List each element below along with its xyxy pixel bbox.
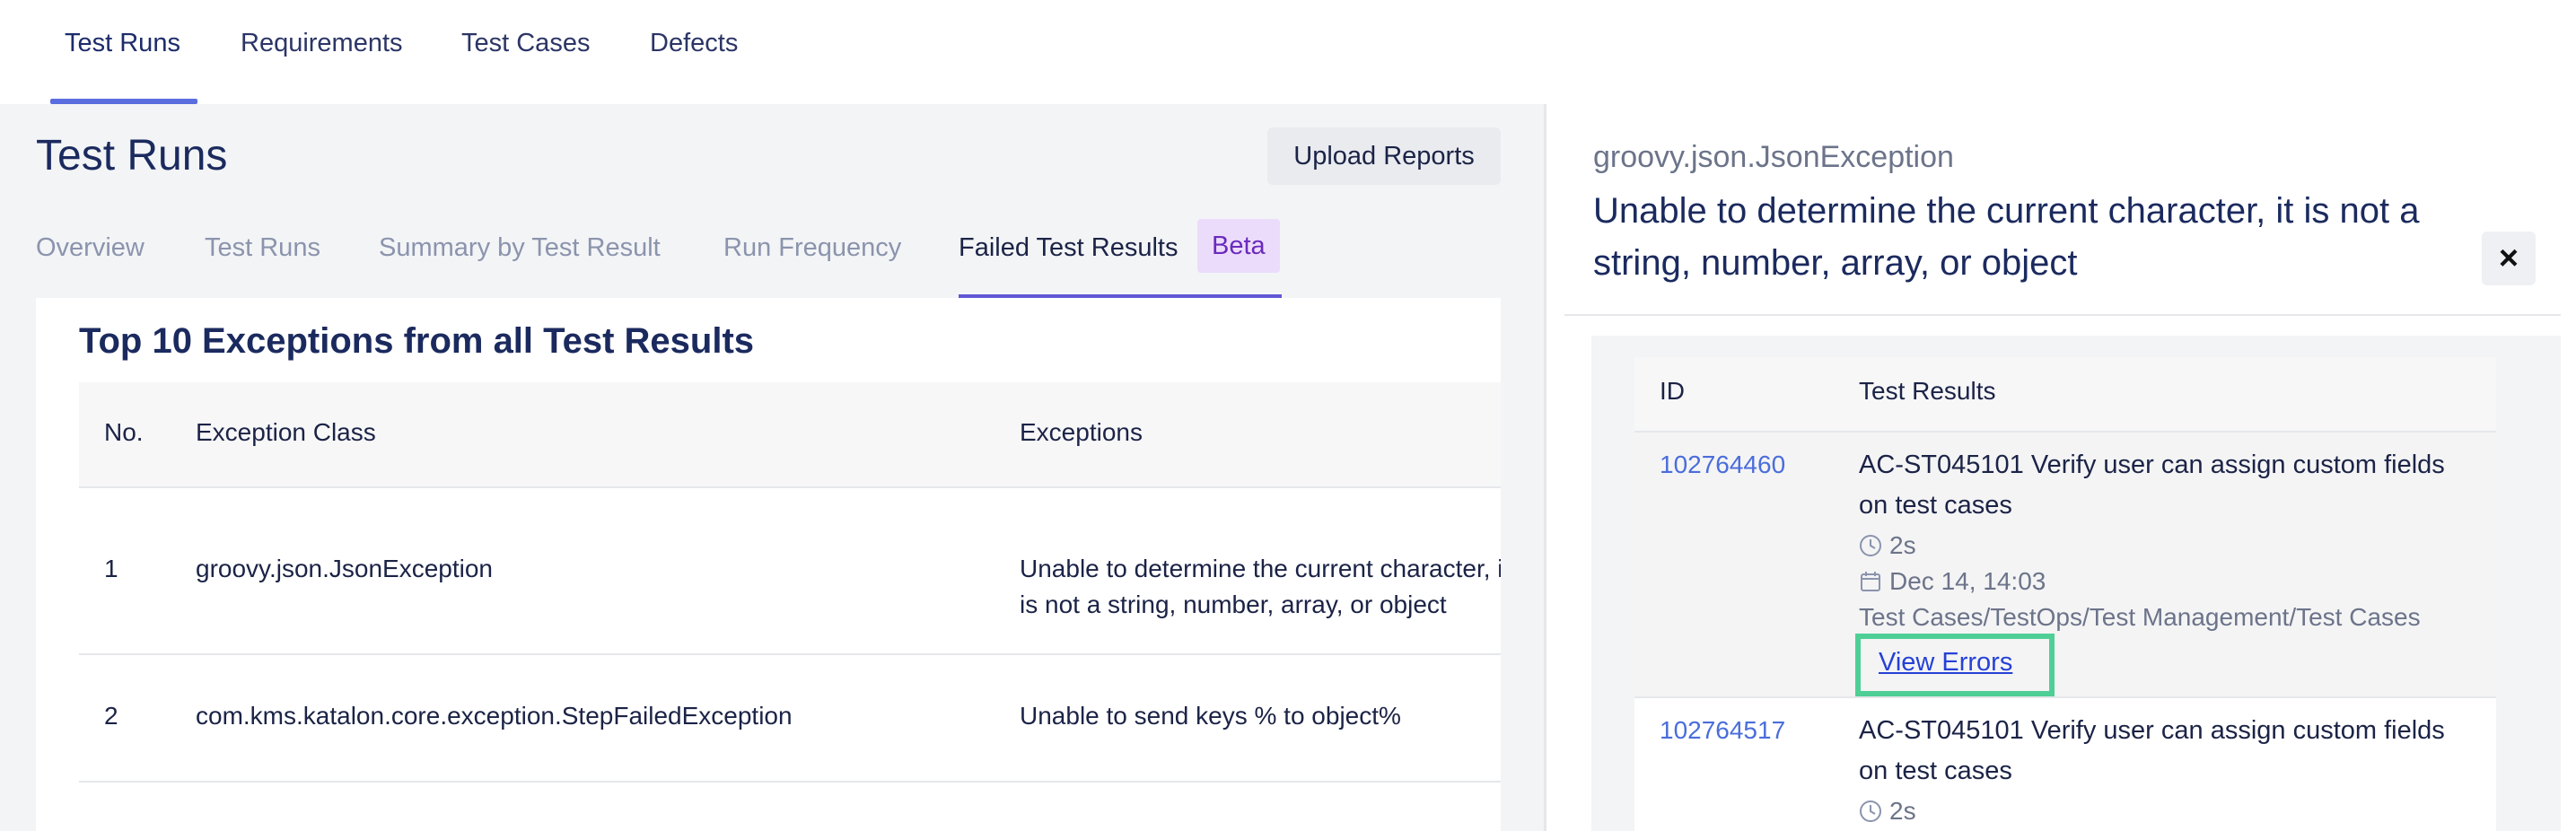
test-result-name: AC-ST045101 Verify user can assign custo… [1859, 716, 2445, 785]
top-navigation: Test Runs Requirements Test Cases Defect… [0, 0, 2576, 104]
nav-tab-defects[interactable]: Defects [650, 29, 738, 58]
subtab-summary-by-test-result[interactable]: Summary by Test Result [379, 233, 661, 263]
panel-exception-class: groovy.json.JsonException [1593, 140, 1954, 174]
exception-class: groovy.json.JsonException [196, 555, 493, 582]
row-number: 1 [104, 555, 118, 582]
sub-tabs: Overview Test Runs Summary by Test Resul… [0, 219, 1544, 287]
test-result-duration: 2s [1859, 531, 1916, 560]
test-results-table: ID Test Results 102764460 AC-ST045101 Ve… [1634, 357, 2496, 831]
test-result-path: Test Cases/TestOps/Test Management/Test … [1859, 603, 2421, 631]
duration-text: 2s [1889, 531, 1916, 559]
close-icon[interactable]: × [2482, 232, 2536, 285]
test-results-header: ID Test Results [1634, 357, 2496, 433]
column-header-exception-class: Exception Class [196, 418, 376, 446]
exception-message: Unable to send keys % to object% [1020, 702, 1401, 730]
exception-class: com.kms.katalon.core.exception.StepFaile… [196, 702, 793, 730]
upload-reports-button[interactable]: Upload Reports [1267, 127, 1501, 185]
exception-detail-panel: groovy.json.JsonException Unable to dete… [1544, 104, 2576, 831]
subtab-failed-test-results[interactable]: Failed Test Results [959, 233, 1178, 263]
main-content: Test Runs Upload Reports Overview Test R… [0, 104, 1544, 831]
table-row[interactable]: 2 com.kms.katalon.core.exception.StepFai… [79, 655, 1501, 783]
test-result-id-link[interactable]: 102764517 [1660, 716, 1785, 745]
clock-icon [1860, 535, 1881, 556]
column-header-test-results: Test Results [1859, 377, 1996, 405]
nav-tab-requirements[interactable]: Requirements [241, 29, 403, 58]
highlight-box [1855, 634, 2055, 696]
row-number: 2 [104, 702, 118, 730]
clock-icon [1860, 800, 1881, 822]
duration-text: 2s [1889, 797, 1916, 825]
nav-tab-test-runs[interactable]: Test Runs [65, 29, 180, 58]
test-result-date: Dec 14, 14:03 [1859, 567, 2046, 596]
test-result-name: AC-ST045101 Verify user can assign custo… [1859, 450, 2445, 520]
table-header: No. Exception Class Exceptions [79, 382, 1501, 488]
card-title: Top 10 Exceptions from all Test Results [79, 321, 755, 361]
subtab-test-runs[interactable]: Test Runs [205, 233, 320, 263]
page-title: Test Runs [36, 132, 228, 179]
beta-badge: Beta [1197, 219, 1280, 273]
subtab-run-frequency[interactable]: Run Frequency [723, 233, 901, 263]
test-result-row: 102764460 AC-ST045101 Verify user can as… [1634, 433, 2496, 698]
panel-exception-message: Unable to determine the current characte… [1593, 191, 2420, 283]
panel-divider [1564, 314, 2561, 316]
exceptions-card: Top 10 Exceptions from all Test Results … [36, 298, 1501, 831]
column-header-id: ID [1660, 377, 1685, 405]
column-header-no: No. [104, 418, 144, 446]
subtab-overview[interactable]: Overview [36, 233, 145, 263]
nav-tab-test-cases[interactable]: Test Cases [461, 29, 590, 58]
calendar-icon [1861, 572, 1880, 591]
test-result-id-link[interactable]: 102764460 [1660, 450, 1785, 479]
column-header-exceptions: Exceptions [1020, 418, 1143, 446]
table-row[interactable]: 1 groovy.json.JsonException Unable to de… [79, 488, 1501, 655]
test-result-duration: 2s [1859, 797, 1916, 826]
exception-message: Unable to determine the current characte… [1020, 555, 1501, 618]
date-text: Dec 14, 14:03 [1889, 567, 2046, 595]
test-result-row: 102764517 AC-ST045101 Verify user can as… [1634, 698, 2496, 831]
test-results-container: ID Test Results 102764460 AC-ST045101 Ve… [1591, 336, 2561, 831]
